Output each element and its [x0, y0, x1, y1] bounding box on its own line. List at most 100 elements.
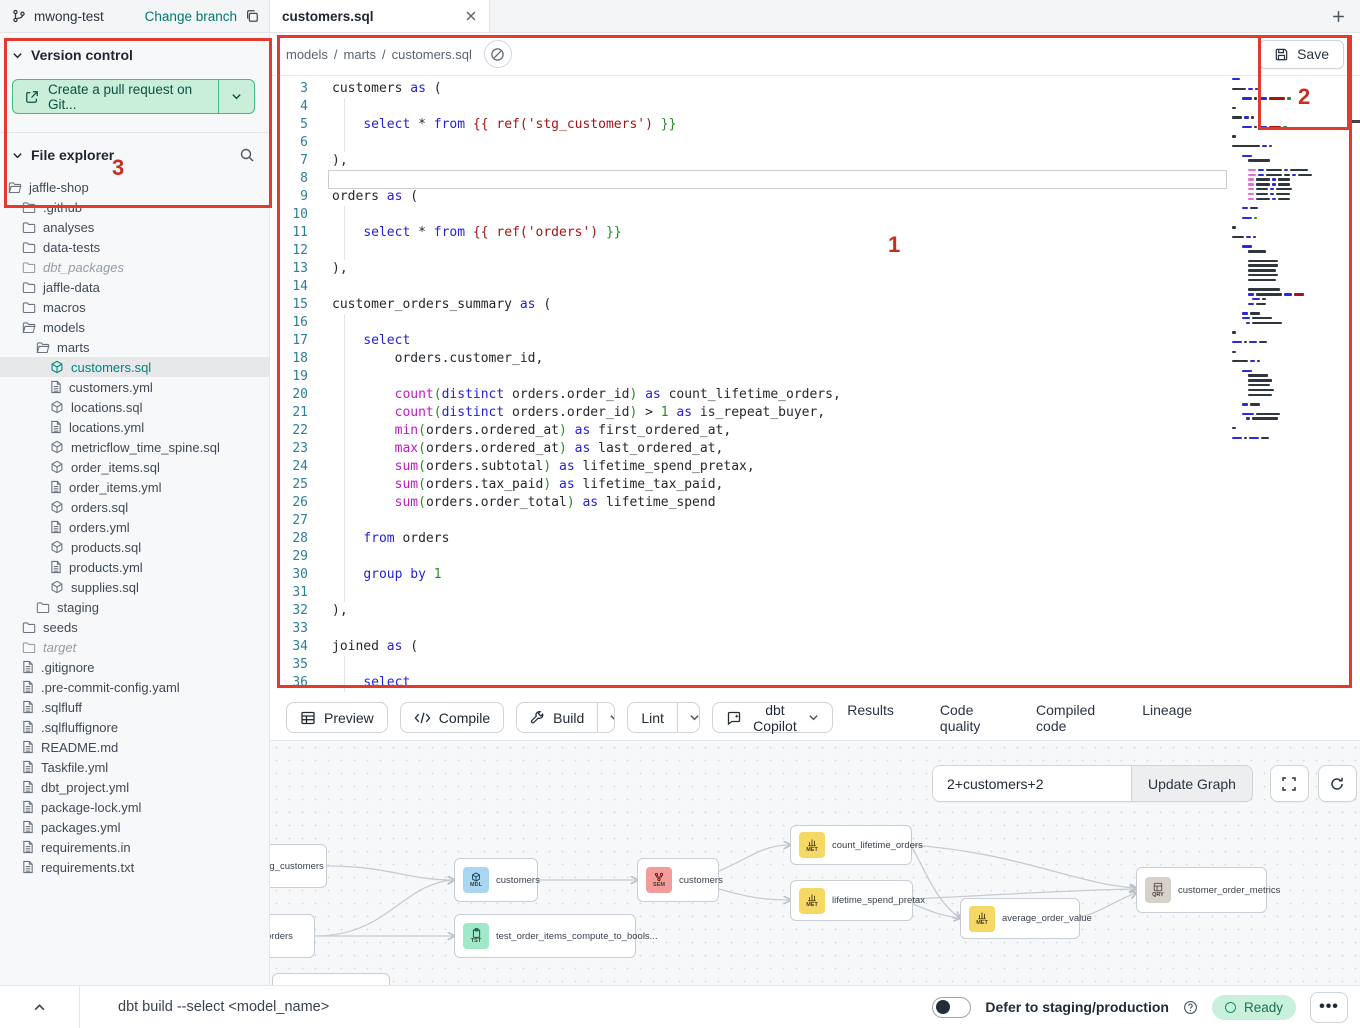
tree-item-locations-sql[interactable]: locations.sql — [0, 397, 269, 417]
cli-command-text[interactable]: dbt build --select <model_name> — [118, 999, 329, 1015]
code-line[interactable] — [332, 278, 1360, 296]
compile-button[interactable]: Compile — [400, 702, 504, 733]
pr-dropdown-caret[interactable] — [218, 80, 254, 113]
refresh-button[interactable] — [1318, 765, 1357, 802]
code-line[interactable] — [332, 242, 1360, 260]
lineage-node-customers[interactable]: SEMcustomers — [637, 858, 719, 902]
code-line[interactable] — [332, 584, 1360, 602]
code-line[interactable]: select — [332, 332, 1360, 350]
docs-circle-slash-icon[interactable] — [484, 40, 512, 68]
code-line[interactable]: customers as ( — [332, 80, 1360, 98]
tree-item-analyses[interactable]: analyses — [0, 217, 269, 237]
tree-item-dbt-packages[interactable]: dbt_packages — [0, 257, 269, 277]
lineage-node-lifetime-spend-pretax[interactable]: METlifetime_spend_pretax — [790, 880, 913, 921]
tree-item-marts[interactable]: marts — [0, 337, 269, 357]
update-graph-button[interactable]: Update Graph — [1131, 766, 1252, 801]
code-line[interactable]: select * from {{ ref('stg_customers') }} — [332, 116, 1360, 134]
tree-item-data-tests[interactable]: data-tests — [0, 237, 269, 257]
search-icon[interactable] — [239, 147, 255, 163]
tab-lineage[interactable]: Lineage — [1140, 689, 1194, 747]
code-line[interactable]: min(orders.ordered_at) as first_ordered_… — [332, 422, 1360, 440]
code-line[interactable] — [332, 134, 1360, 152]
tree-item-target[interactable]: target — [0, 637, 269, 657]
code-line[interactable]: max(orders.ordered_at) as last_ordered_a… — [332, 440, 1360, 458]
code-line[interactable]: count(distinct orders.order_id) > 1 as i… — [332, 404, 1360, 422]
code-line[interactable]: from orders — [332, 530, 1360, 548]
change-branch-link[interactable]: Change branch — [145, 9, 237, 24]
tree-item-products-sql[interactable]: products.sql — [0, 537, 269, 557]
code-line[interactable]: sum(orders.tax_paid) as lifetime_tax_pai… — [332, 476, 1360, 494]
code-line[interactable] — [332, 512, 1360, 530]
editor-minimap[interactable] — [1232, 78, 1316, 498]
tree-item-dbt-project-yml[interactable]: dbt_project.yml — [0, 777, 269, 797]
fullscreen-button[interactable] — [1270, 765, 1309, 802]
lineage-node[interactable] — [272, 973, 390, 985]
tree-item--github[interactable]: .github — [0, 197, 269, 217]
tree-item-packages-yml[interactable]: packages.yml — [0, 817, 269, 837]
code-line[interactable] — [332, 314, 1360, 332]
tree-item-requirements-in[interactable]: requirements.in — [0, 837, 269, 857]
code-line[interactable]: orders as ( — [332, 188, 1360, 206]
code-line[interactable]: customer_orders_summary as ( — [332, 296, 1360, 314]
tree-item-supplies-sql[interactable]: supplies.sql — [0, 577, 269, 597]
lineage-node-test-order-items-compute-to-bools-[interactable]: TSTtest_order_items_compute_to_bools... — [454, 914, 636, 958]
tree-item-products-yml[interactable]: products.yml — [0, 557, 269, 577]
lineage-panel[interactable]: Update Graph MDLstg_customersMDLordersMD… — [270, 741, 1360, 985]
collapse-caret-icon[interactable] — [0, 986, 80, 1028]
create-pull-request-button[interactable]: Create a pull request on Git... — [12, 79, 255, 114]
code-line[interactable]: joined as ( — [332, 638, 1360, 656]
tree-item--sqlfluff[interactable]: .sqlfluff — [0, 697, 269, 717]
code-line[interactable] — [332, 98, 1360, 116]
lineage-node-customer-order-metrics[interactable]: QRYcustomer_order_metrics — [1136, 867, 1267, 913]
build-dropdown-caret[interactable] — [597, 703, 615, 732]
version-control-header[interactable]: Version control — [12, 47, 255, 63]
lint-button[interactable]: Lint — [628, 703, 677, 732]
build-button[interactable]: Build — [517, 703, 597, 732]
tree-item--gitignore[interactable]: .gitignore — [0, 657, 269, 677]
code-line[interactable]: sum(orders.order_total) as lifetime_spen… — [332, 494, 1360, 512]
code-line[interactable] — [332, 548, 1360, 566]
code-line[interactable]: ), — [332, 152, 1360, 170]
save-button[interactable]: Save — [1259, 40, 1344, 69]
tree-item-orders-sql[interactable]: orders.sql — [0, 497, 269, 517]
tree-item-jaffle-data[interactable]: jaffle-data — [0, 277, 269, 297]
tree-item-customers-yml[interactable]: customers.yml — [0, 377, 269, 397]
code-line[interactable] — [332, 170, 1360, 188]
tree-item--pre-commit-config-yaml[interactable]: .pre-commit-config.yaml — [0, 677, 269, 697]
code-line[interactable]: sum(orders.subtotal) as lifetime_spend_p… — [332, 458, 1360, 476]
tree-item-taskfile-yml[interactable]: Taskfile.yml — [0, 757, 269, 777]
lint-dropdown-caret[interactable] — [677, 703, 700, 732]
tree-item-metricflow-time-spine-sql[interactable]: metricflow_time_spine.sql — [0, 437, 269, 457]
tree-item-models[interactable]: models — [0, 317, 269, 337]
code-line[interactable]: group by 1 — [332, 566, 1360, 584]
code-line[interactable] — [332, 206, 1360, 224]
tree-item-order-items-sql[interactable]: order_items.sql — [0, 457, 269, 477]
code-line[interactable] — [332, 656, 1360, 674]
tree-item-order-items-yml[interactable]: order_items.yml — [0, 477, 269, 497]
tab-close-icon[interactable] — [465, 10, 477, 22]
dbt-copilot-button[interactable]: dbt Copilot — [712, 702, 834, 733]
breadcrumb-marts[interactable]: marts — [344, 47, 377, 62]
tab-results[interactable]: Results — [845, 689, 896, 747]
tree-item-jaffle-shop[interactable]: jaffle-shop — [0, 177, 269, 197]
code-editor[interactable]: 2345678910111213141516171819202122232425… — [270, 76, 1360, 695]
code-line[interactable]: select * from {{ ref('orders') }} — [332, 224, 1360, 242]
help-circle-icon[interactable] — [1183, 1000, 1198, 1015]
code-line[interactable]: count(distinct orders.order_id) as count… — [332, 386, 1360, 404]
tab-customers-sql[interactable]: customers.sql — [270, 0, 490, 32]
preview-button[interactable]: Preview — [286, 702, 388, 733]
copy-icon[interactable] — [245, 9, 259, 23]
lineage-node-customers[interactable]: MDLcustomers — [454, 858, 538, 902]
code-lines[interactable]: customers as ( select * from {{ ref('stg… — [314, 76, 1360, 692]
code-line[interactable]: ), — [332, 260, 1360, 278]
more-options-button[interactable]: ••• — [1310, 992, 1348, 1023]
tab-code-quality[interactable]: Code quality — [938, 689, 992, 747]
tree-item-customers-sql[interactable]: customers.sql — [0, 357, 269, 377]
tree-item-orders-yml[interactable]: orders.yml — [0, 517, 269, 537]
lineage-node-orders[interactable]: MDLorders — [270, 914, 315, 958]
tree-item-locations-yml[interactable]: locations.yml — [0, 417, 269, 437]
tree-item-seeds[interactable]: seeds — [0, 617, 269, 637]
new-tab-plus-icon[interactable] — [1331, 9, 1346, 24]
tab-compiled-code[interactable]: Compiled code — [1034, 689, 1098, 747]
code-line[interactable]: orders.customer_id, — [332, 350, 1360, 368]
